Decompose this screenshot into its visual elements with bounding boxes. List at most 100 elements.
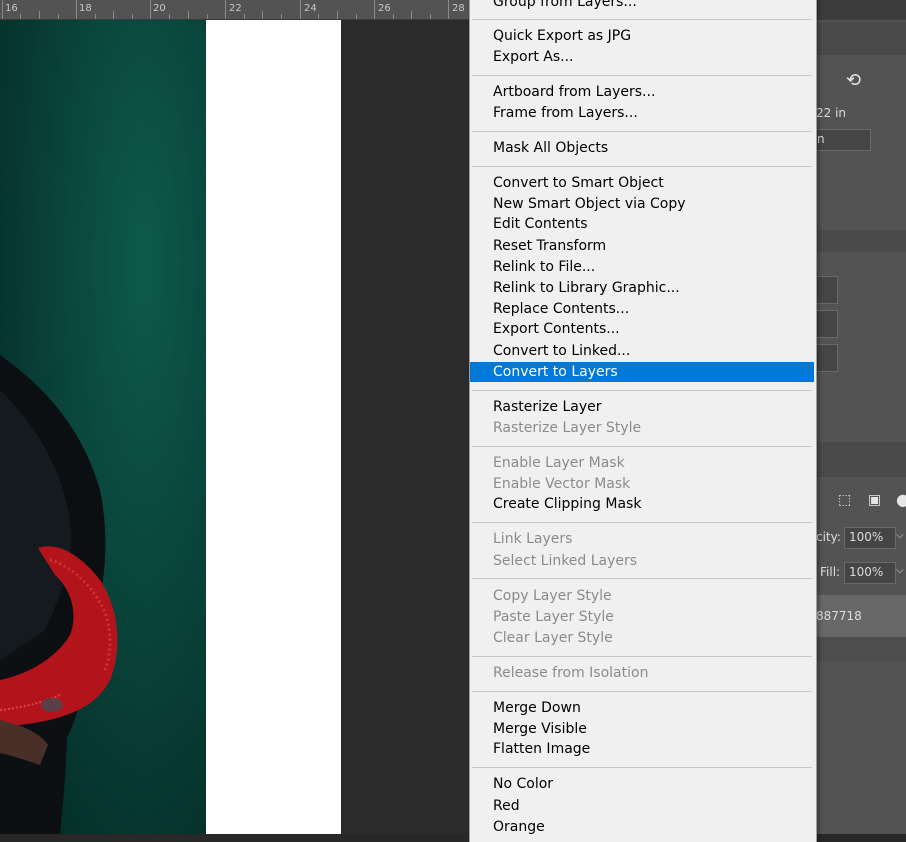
menu-item-red[interactable]: Red xyxy=(470,796,814,816)
panel-field[interactable] xyxy=(816,344,838,372)
ruler-minor-tick xyxy=(356,14,357,19)
ruler-minor-tick xyxy=(337,11,338,19)
menu-item-replace-contents[interactable]: Replace Contents... xyxy=(470,299,814,319)
opacity-chevron-icon[interactable]: ⌵ xyxy=(896,530,904,541)
dimension-field-text: n xyxy=(817,132,825,146)
menu-item-convert-to-layers[interactable]: Convert to Layers xyxy=(470,362,814,382)
menu-separator xyxy=(472,578,812,579)
ruler-minor-tick xyxy=(188,11,189,19)
ruler-label: 28 xyxy=(452,3,465,14)
menu-item-export-contents[interactable]: Export Contents... xyxy=(470,319,814,339)
panel-header xyxy=(816,0,906,20)
menu-item-clear-layer-style[interactable]: Clear Layer Style xyxy=(470,628,814,648)
ruler-minor-tick xyxy=(132,14,133,19)
ruler-label: 24 xyxy=(304,3,317,14)
ruler-minor-tick xyxy=(207,14,208,19)
ruler-label: 16 xyxy=(5,3,18,14)
menu-item-new-smart-object-via-copy[interactable]: New Smart Object via Copy xyxy=(470,194,814,214)
ruler-minor-tick xyxy=(318,14,319,19)
fill-label: Fill: xyxy=(820,565,841,579)
menu-item-link-layers[interactable]: Link Layers xyxy=(470,529,814,549)
menu-item-export-as[interactable]: Export As... xyxy=(470,47,814,67)
menu-item-copy-layer-style[interactable]: Copy Layer Style xyxy=(470,586,814,606)
menu-item-rasterize-layer-style[interactable]: Rasterize Layer Style xyxy=(470,418,814,438)
menu-item-artboard-from-layers[interactable]: Artboard from Layers... xyxy=(470,82,814,102)
layer-row[interactable] xyxy=(816,637,906,661)
artboard-icon[interactable]: ▣ xyxy=(868,492,881,508)
lock-all-icon[interactable]: ● xyxy=(896,490,906,509)
menu-separator xyxy=(472,767,812,768)
ruler-tick xyxy=(2,0,3,19)
ruler-tick xyxy=(374,0,375,19)
selected-layer-row[interactable]: 887718 xyxy=(816,595,906,637)
menu-separator xyxy=(472,166,812,167)
ruler-minor-tick xyxy=(244,14,245,19)
menu-separator xyxy=(472,390,812,391)
layer-name: 887718 xyxy=(816,609,862,623)
right-panels: ⟲ 22 in n ⬚ ▣ ● city: 100% ⌵ Fill: 100% … xyxy=(816,0,906,834)
panel-field[interactable] xyxy=(816,310,838,338)
menu-item-reset-transform[interactable]: Reset Transform xyxy=(470,236,814,256)
menu-item-quick-export-jpg[interactable]: Quick Export as JPG xyxy=(470,26,814,46)
document-canvas[interactable] xyxy=(0,20,470,834)
fill-chevron-icon[interactable]: ⌵ xyxy=(896,565,904,576)
menu-item-no-color[interactable]: No Color xyxy=(470,774,814,794)
transform-icon[interactable]: ⬚ xyxy=(838,492,851,508)
menu-item-flatten-image[interactable]: Flatten Image xyxy=(470,739,814,759)
menu-separator xyxy=(472,19,812,20)
reset-icon[interactable]: ⟲ xyxy=(846,70,861,91)
person-in-coat-image xyxy=(0,20,206,834)
ruler-tick xyxy=(225,0,226,19)
opacity-field[interactable]: 100% xyxy=(844,527,896,549)
menu-item-convert-to-linked[interactable]: Convert to Linked... xyxy=(470,341,814,361)
opacity-value: 100% xyxy=(849,530,884,544)
menu-item-select-linked-layers[interactable]: Select Linked Layers xyxy=(470,551,814,571)
photo-layer xyxy=(0,20,206,834)
menu-item-merge-down[interactable]: Merge Down xyxy=(470,698,814,718)
layers-tabbar xyxy=(816,442,906,477)
menu-separator xyxy=(472,691,812,692)
ruler-minor-tick xyxy=(95,14,96,19)
fill-value: 100% xyxy=(849,565,884,579)
ruler-minor-tick xyxy=(39,11,40,19)
ruler-minor-tick xyxy=(20,14,21,19)
menu-item-convert-to-smart-object[interactable]: Convert to Smart Object xyxy=(470,173,814,193)
menu-item-rasterize-layer[interactable]: Rasterize Layer xyxy=(470,397,814,417)
ruler-label: 22 xyxy=(229,3,242,14)
ruler-minor-tick xyxy=(411,11,412,19)
dimension-field[interactable]: n xyxy=(816,129,871,151)
menu-item-mask-all-objects[interactable]: Mask All Objects xyxy=(470,138,814,158)
menu-separator xyxy=(472,522,812,523)
menu-separator xyxy=(472,131,812,132)
menu-item-merge-visible[interactable]: Merge Visible xyxy=(470,719,814,739)
dimension-text: 22 in xyxy=(816,106,847,120)
menu-separator xyxy=(472,446,812,447)
ruler-minor-tick xyxy=(113,11,114,19)
panel-field[interactable] xyxy=(816,276,838,304)
menu-item-frame-from-layers[interactable]: Frame from Layers... xyxy=(470,103,814,123)
ruler-tick xyxy=(448,0,449,19)
ruler-tick xyxy=(300,0,301,19)
menu-item-enable-vector-mask[interactable]: Enable Vector Mask xyxy=(470,474,814,494)
white-canvas-area xyxy=(206,20,341,834)
horizontal-ruler: 16 18 20 22 24 26 28 xyxy=(0,0,470,20)
menu-item-relink-to-library-graphic[interactable]: Relink to Library Graphic... xyxy=(470,278,814,298)
ruler-minor-tick xyxy=(262,11,263,19)
ruler-tick xyxy=(76,0,77,19)
menu-item-release-from-isolation[interactable]: Release from Isolation xyxy=(470,663,814,683)
fill-field[interactable]: 100% xyxy=(844,562,896,584)
menu-separator xyxy=(472,75,812,76)
menu-separator xyxy=(472,656,812,657)
menu-item-relink-to-file[interactable]: Relink to File... xyxy=(470,257,814,277)
layer-context-menu: Group from Layers... Quick Export as JPG… xyxy=(469,0,817,842)
pasteboard xyxy=(341,20,470,834)
ruler-minor-tick xyxy=(169,14,170,19)
menu-item-enable-layer-mask[interactable]: Enable Layer Mask xyxy=(470,453,814,473)
menu-item-group-from-layers[interactable]: Group from Layers... xyxy=(470,0,814,12)
menu-item-create-clipping-mask[interactable]: Create Clipping Mask xyxy=(470,494,814,514)
menu-item-paste-layer-style[interactable]: Paste Layer Style xyxy=(470,607,814,627)
ruler-minor-tick xyxy=(281,14,282,19)
menu-item-edit-contents[interactable]: Edit Contents xyxy=(470,214,814,234)
ruler-tick xyxy=(150,0,151,19)
menu-item-orange[interactable]: Orange xyxy=(470,817,814,837)
